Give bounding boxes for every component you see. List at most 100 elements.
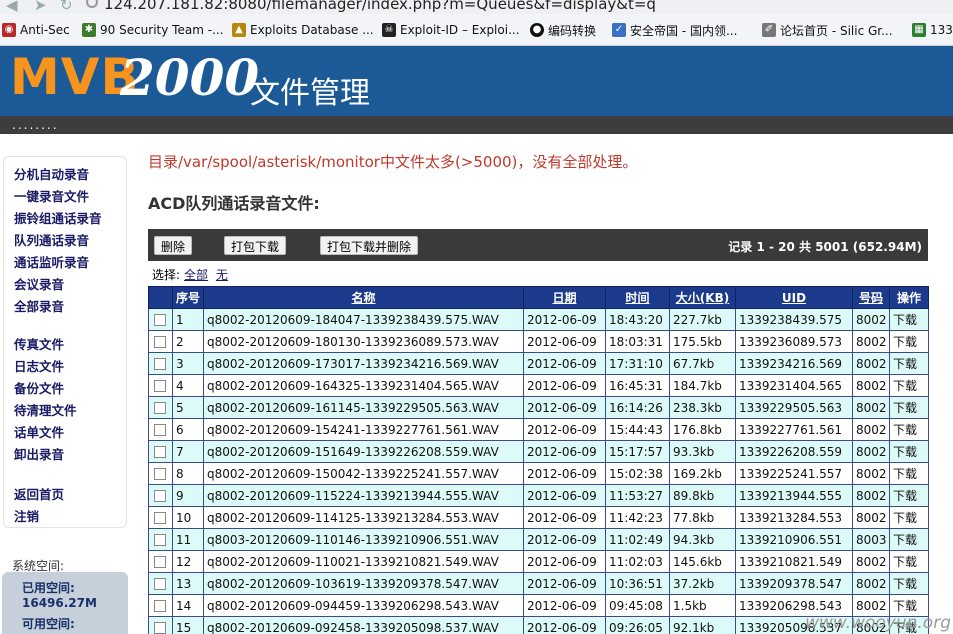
- select-all-link[interactable]: 全部: [184, 268, 208, 282]
- download-link[interactable]: 下载: [889, 418, 929, 441]
- sidebar-item-queue-recording[interactable]: 队列通话录音: [14, 230, 89, 249]
- download-link[interactable]: 下载: [889, 440, 929, 463]
- bookmark-exploit-id[interactable]: ☠ Exploit-ID – Exploi...: [382, 22, 520, 38]
- sidebar-item-home[interactable]: 返回首页: [14, 484, 64, 503]
- select-none-link[interactable]: 无: [216, 268, 228, 282]
- bookmark-security-empire[interactable]: ✓ 安全帝国 - 国内领...: [612, 22, 737, 38]
- sidebar-item-one-key-recording[interactable]: 一键录音文件: [14, 186, 89, 205]
- row-checkbox-cell: [148, 330, 173, 353]
- row-time: 16:14:26: [605, 396, 670, 419]
- download-link[interactable]: 下载: [889, 462, 929, 485]
- row-phone-number: 8002: [852, 330, 890, 353]
- row-checkbox[interactable]: [154, 512, 166, 524]
- row-checkbox[interactable]: [154, 402, 166, 414]
- column-name[interactable]: 名称: [203, 286, 524, 309]
- file-name-link[interactable]: q8002-20120609-115224-1339213944.555.WAV: [203, 484, 524, 507]
- file-name-link[interactable]: q8002-20120609-173017-1339234216.569.WAV: [203, 352, 524, 375]
- row-checkbox[interactable]: [154, 424, 166, 436]
- forum-icon: ✐: [762, 23, 776, 37]
- file-name-link[interactable]: q8002-20120609-103619-1339209378.547.WAV: [203, 572, 524, 595]
- file-name-link[interactable]: q8002-20120609-114125-1339213284.553.WAV: [203, 506, 524, 529]
- file-name-link[interactable]: q8002-20120609-094459-1339206298.543.WAV: [203, 594, 524, 617]
- row-checkbox[interactable]: [154, 600, 166, 612]
- anti-sec-icon: ◉: [2, 23, 16, 37]
- column-no: 序号: [172, 286, 204, 309]
- file-name-link[interactable]: q8003-20120609-110146-1339210906.551.WAV: [203, 528, 524, 551]
- github-icon: ●: [530, 23, 544, 37]
- file-name-link[interactable]: q8002-20120609-110021-1339210821.549.WAV: [203, 550, 524, 573]
- column-uid[interactable]: UID: [735, 286, 853, 309]
- download-link[interactable]: 下载: [889, 484, 929, 507]
- page-info-icon[interactable]: [86, 0, 98, 8]
- sidebar-item-all-recordings[interactable]: 全部录音: [14, 296, 64, 315]
- bookmark-encoding[interactable]: ● 编码转换: [530, 22, 596, 38]
- sidebar-item-pending-cleanup[interactable]: 待清理文件: [14, 400, 77, 419]
- table-row: 13 q8002-20120609-103619-1339209378.547.W…: [148, 572, 929, 595]
- sidebar-item-extension-recording[interactable]: 分机自动录音: [14, 164, 89, 183]
- forward-arrow-icon[interactable]: ➤: [34, 0, 47, 14]
- bookmark-exploits-db[interactable]: ▲ Exploits Database ...: [232, 22, 374, 38]
- sidebar-item-logout[interactable]: 注销: [14, 506, 39, 525]
- url-text[interactable]: 124.207.181.82:8080/filemanager/index.ph…: [104, 0, 656, 13]
- download-link[interactable]: 下载: [889, 528, 929, 551]
- download-link[interactable]: 下载: [889, 550, 929, 573]
- row-checkbox-cell: [148, 484, 173, 507]
- bookmark-90-security[interactable]: ✱ 90 Security Team -...: [82, 22, 223, 38]
- row-checkbox[interactable]: [154, 556, 166, 568]
- file-name-link[interactable]: q8002-20120609-164325-1339231404.565.WAV: [203, 374, 524, 397]
- row-checkbox[interactable]: [154, 468, 166, 480]
- sidebar-item-backup-files[interactable]: 备份文件: [14, 378, 64, 397]
- back-arrow-icon[interactable]: ◀: [6, 0, 18, 14]
- download-link[interactable]: 下载: [889, 572, 929, 595]
- row-checkbox[interactable]: [154, 380, 166, 392]
- row-checkbox[interactable]: [154, 578, 166, 590]
- row-checkbox[interactable]: [154, 446, 166, 458]
- file-name-link[interactable]: q8002-20120609-161145-1339229505.563.WAV: [203, 396, 524, 419]
- address-bar[interactable]: ◀ ➤ ↻ 124.207.181.82:8080/filemanager/in…: [0, 0, 953, 14]
- column-size[interactable]: 大小(KB): [669, 286, 736, 309]
- row-checkbox-cell: [148, 506, 173, 529]
- sidebar-item-cdr-files[interactable]: 话单文件: [14, 422, 64, 441]
- file-name-link[interactable]: q8002-20120609-092458-1339205098.537.WAV: [203, 616, 524, 634]
- file-name-link[interactable]: q8002-20120609-184047-1339238439.575.WAV: [203, 308, 524, 331]
- download-link[interactable]: 下载: [889, 374, 929, 397]
- row-checkbox[interactable]: [154, 490, 166, 502]
- pack-download-delete-button[interactable]: 打包下载并删除: [320, 236, 419, 255]
- banner-underbar: ........: [0, 116, 953, 134]
- row-checkbox[interactable]: [154, 358, 166, 370]
- file-name-link[interactable]: q8002-20120609-154241-1339227761.561.WAV: [203, 418, 524, 441]
- sidebar-item-unload-recordings[interactable]: 卸出录音: [14, 444, 64, 463]
- skull-icon: ☠: [382, 23, 396, 37]
- select-row: 选择: 全部 无: [152, 266, 228, 283]
- row-checkbox[interactable]: [154, 336, 166, 348]
- bookmark-133[interactable]: ▦ 133: [912, 22, 953, 38]
- sidebar-item-log-files[interactable]: 日志文件: [14, 356, 64, 375]
- row-checkbox[interactable]: [154, 622, 166, 634]
- delete-button[interactable]: 删除: [154, 236, 193, 255]
- file-toolbar: 删除 打包下载 打包下载并删除 记录 1 - 20 共 5001 (652.94…: [148, 229, 928, 261]
- download-link[interactable]: 下载: [889, 308, 929, 331]
- row-checkbox-cell: [148, 572, 173, 595]
- pack-download-button[interactable]: 打包下载: [224, 236, 287, 255]
- bookmark-silic-forum[interactable]: ✐ 论坛首页 - Silic Gr...: [762, 22, 893, 38]
- sidebar-item-monitor-recording[interactable]: 通话监听录音: [14, 252, 89, 271]
- reload-icon[interactable]: ↻: [60, 0, 73, 14]
- row-checkbox[interactable]: [154, 534, 166, 546]
- sidebar-item-conference-recording[interactable]: 会议录音: [14, 274, 64, 293]
- download-link[interactable]: 下载: [889, 352, 929, 375]
- column-number[interactable]: 号码: [852, 286, 890, 309]
- file-name-link[interactable]: q8002-20120609-180130-1339236089.573.WAV: [203, 330, 524, 353]
- download-link[interactable]: 下载: [889, 506, 929, 529]
- row-size: 93.3kb: [669, 440, 736, 463]
- row-checkbox[interactable]: [154, 314, 166, 326]
- sidebar-item-ring-group-recording[interactable]: 振铃组通话录音: [14, 208, 102, 227]
- sidebar-item-fax-files[interactable]: 传真文件: [14, 334, 64, 353]
- column-date[interactable]: 日期: [523, 286, 606, 309]
- file-name-link[interactable]: q8002-20120609-150042-1339225241.557.WAV: [203, 462, 524, 485]
- download-link[interactable]: 下载: [889, 396, 929, 419]
- bookmark-anti-sec[interactable]: ◉ Anti-Sec: [2, 22, 70, 38]
- download-link[interactable]: 下载: [889, 330, 929, 353]
- column-time[interactable]: 时间: [605, 286, 670, 309]
- row-time: 11:53:27: [605, 484, 670, 507]
- file-name-link[interactable]: q8002-20120609-151649-1339226208.559.WAV: [203, 440, 524, 463]
